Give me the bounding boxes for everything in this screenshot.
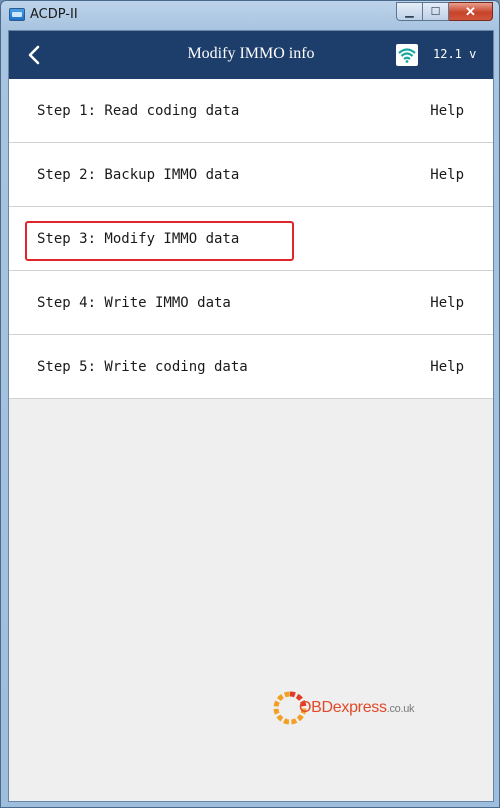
close-icon: ✕ — [465, 3, 476, 19]
help-button[interactable]: Help — [430, 295, 464, 311]
close-button[interactable]: ✕ — [449, 2, 493, 21]
window-controls: ▁ ☐ ✕ — [396, 2, 493, 21]
step-row-5[interactable]: Step 5: Write coding data Help — [9, 335, 493, 399]
watermark: OBDexpress.co.uk — [271, 689, 431, 729]
step-row-4[interactable]: Step 4: Write IMMO data Help — [9, 271, 493, 335]
app-client-area: Modify IMMO info 12.1 v Step 1: Read cod… — [8, 30, 494, 802]
step-row-2[interactable]: Step 2: Backup IMMO data Help — [9, 143, 493, 207]
wifi-icon — [398, 48, 416, 63]
step-list: Step 1: Read coding data Help Step 2: Ba… — [9, 79, 493, 399]
watermark-text: OBDexpress.co.uk — [299, 699, 415, 717]
step-label: Step 3: Modify IMMO data — [37, 231, 240, 247]
step-label: Step 1: Read coding data — [37, 103, 240, 119]
wifi-status[interactable] — [396, 44, 418, 66]
help-button[interactable]: Help — [430, 359, 464, 375]
step-label: Step 5: Write coding data — [37, 359, 248, 375]
window-title: ACDP-II — [30, 7, 78, 22]
minimize-icon: ▁ — [405, 6, 414, 18]
maximize-icon: ☐ — [430, 6, 441, 18]
step-label: Step 2: Backup IMMO data — [37, 167, 240, 183]
minimize-button[interactable]: ▁ — [396, 2, 423, 21]
watermark-domain: .co.uk — [386, 703, 415, 715]
app-icon — [9, 8, 25, 21]
help-button[interactable]: Help — [430, 167, 464, 183]
app-window: ACDP-II ▁ ☐ ✕ Modify IMMO info 12.1 v St… — [0, 0, 500, 808]
maximize-button[interactable]: ☐ — [423, 2, 449, 21]
page-title: Modify IMMO info — [187, 45, 315, 62]
title-bar[interactable]: ACDP-II ▁ ☐ ✕ — [1, 1, 499, 29]
step-label: Step 4: Write IMMO data — [37, 295, 231, 311]
step-row-3[interactable]: Step 3: Modify IMMO data — [9, 207, 493, 271]
app-header: Modify IMMO info 12.1 v — [9, 31, 493, 79]
voltage-readout: 12.1 v — [433, 47, 477, 61]
watermark-brand: OBDexpress — [299, 699, 387, 716]
help-button[interactable]: Help — [430, 103, 464, 119]
step-row-1[interactable]: Step 1: Read coding data Help — [9, 79, 493, 143]
